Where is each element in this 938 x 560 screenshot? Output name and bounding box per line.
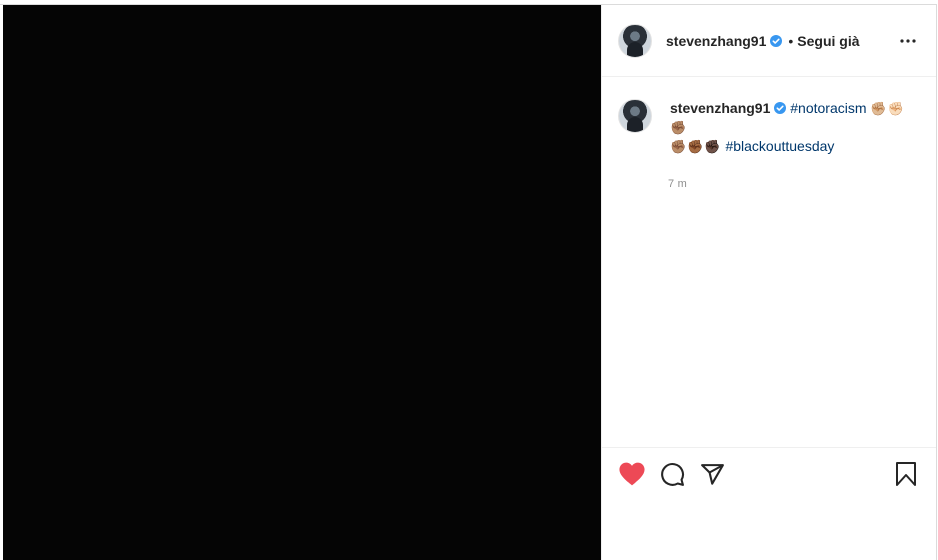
post-actions bbox=[602, 447, 936, 488]
verified-badge-icon bbox=[770, 34, 783, 47]
caption-text: stevenzhang91 #notoracism ✊🏼✊🏻✊🏽 ✊🏽✊🏾✊🏿 … bbox=[670, 99, 920, 156]
post-timestamp[interactable]: 7 m bbox=[668, 178, 936, 190]
comment-button[interactable] bbox=[658, 460, 686, 488]
author-username[interactable]: stevenzhang91 bbox=[666, 33, 766, 49]
author-avatar[interactable] bbox=[618, 23, 652, 58]
header-separator: • bbox=[788, 32, 794, 49]
fist-emojis: ✊🏽✊🏾✊🏿 bbox=[670, 139, 722, 154]
share-button[interactable] bbox=[698, 460, 726, 488]
bookmark-icon bbox=[896, 462, 916, 486]
post-sidebar: stevenzhang91 • Segui già stevenzhang91 bbox=[601, 5, 936, 560]
caption-username[interactable]: stevenzhang91 bbox=[670, 100, 770, 116]
like-button[interactable] bbox=[618, 460, 646, 488]
more-options-icon bbox=[900, 38, 916, 43]
hashtag-link[interactable]: #notoracism bbox=[790, 100, 866, 116]
post-dialog: stevenzhang91 • Segui già stevenzhang91 bbox=[0, 4, 937, 560]
post-caption: stevenzhang91 #notoracism ✊🏼✊🏻✊🏽 ✊🏽✊🏾✊🏿 … bbox=[602, 77, 936, 156]
comment-icon bbox=[660, 462, 684, 486]
hashtag-link[interactable]: #blackouttuesday bbox=[725, 138, 834, 154]
verified-badge-icon bbox=[774, 102, 787, 114]
post-header: stevenzhang91 • Segui già bbox=[602, 5, 936, 77]
save-button[interactable] bbox=[892, 460, 920, 488]
share-icon bbox=[700, 463, 724, 485]
caption-avatar[interactable] bbox=[618, 99, 652, 133]
post-image[interactable] bbox=[0, 5, 601, 560]
follow-status-button[interactable]: Segui già bbox=[797, 33, 859, 49]
heart-icon bbox=[619, 462, 645, 486]
more-options-button[interactable] bbox=[896, 29, 920, 53]
